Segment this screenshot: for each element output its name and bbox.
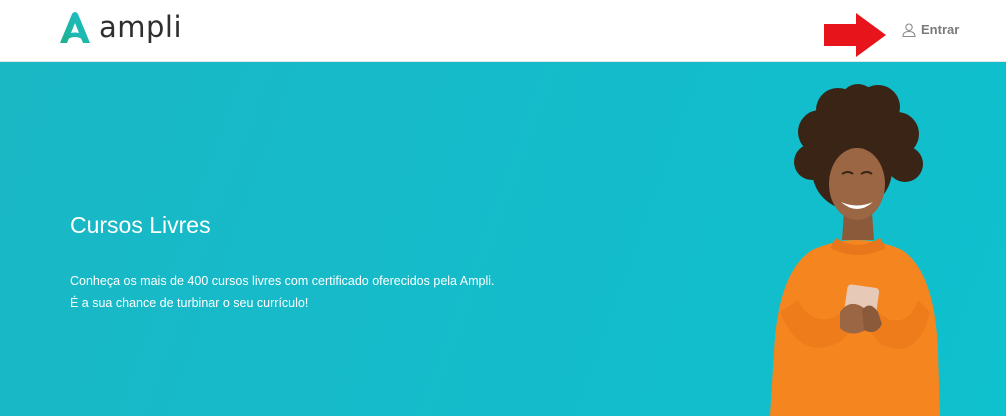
site-header: ampli Entrar xyxy=(0,0,1006,62)
hero-title: Cursos Livres xyxy=(70,212,211,238)
user-icon xyxy=(902,22,916,37)
hero-banner: Cursos Livres Conheça os mais de 400 cur… xyxy=(0,62,1006,416)
ampli-logo-icon xyxy=(60,12,90,43)
hero-description-line-2: É a sua chance de turbinar o seu currícu… xyxy=(70,296,309,310)
red-arrow-icon xyxy=(824,13,886,57)
hero-description-line-1: Conheça os mais de 400 cursos livres com… xyxy=(70,274,495,288)
hero-person-image xyxy=(770,84,940,416)
brand-name: ampli xyxy=(99,10,183,44)
ampli-logo[interactable]: ampli xyxy=(57,10,183,45)
login-link[interactable]: Entrar xyxy=(902,22,959,37)
hero-description: Conheça os mais de 400 cursos livres com… xyxy=(70,270,495,314)
login-label: Entrar xyxy=(921,22,960,37)
